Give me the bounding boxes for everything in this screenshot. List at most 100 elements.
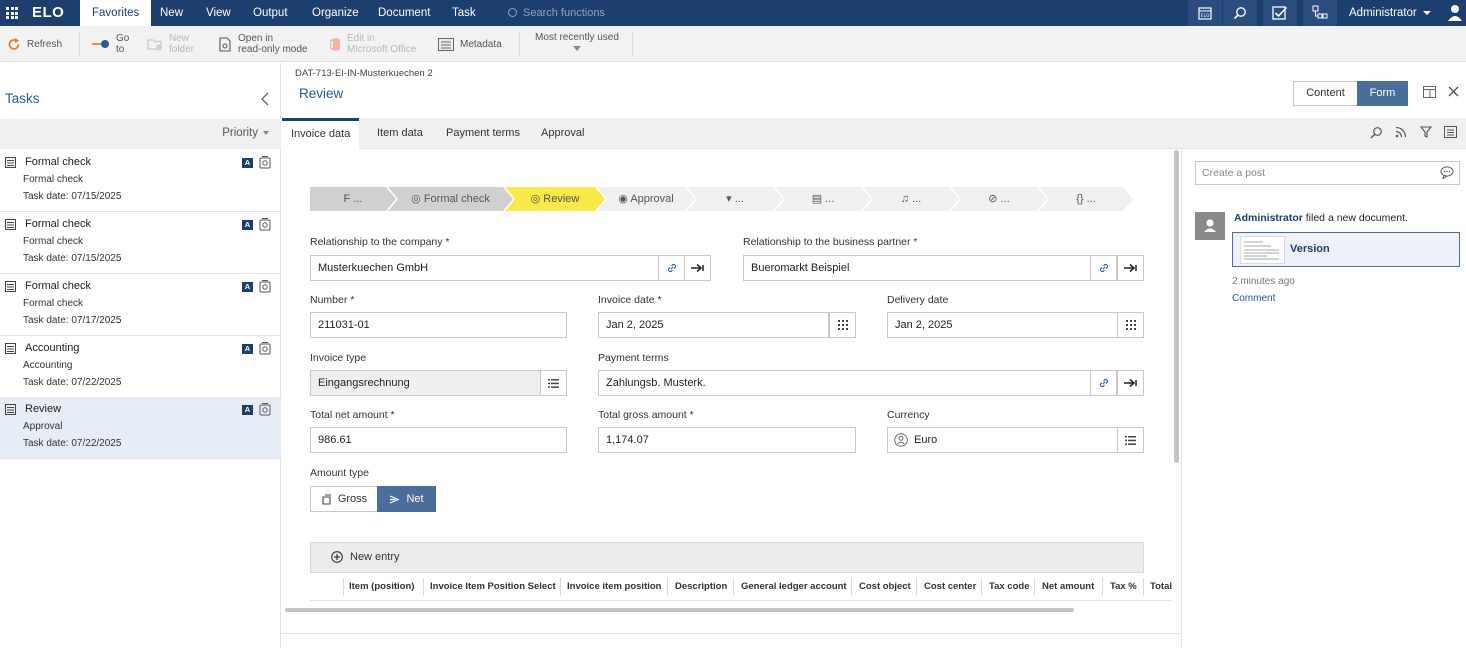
tab-item-data[interactable]: Item data — [377, 118, 423, 149]
menu-view[interactable]: View — [206, 0, 231, 26]
column-header[interactable]: Net amount — [1042, 581, 1094, 592]
column-header[interactable]: Cost center — [924, 581, 976, 592]
column-header[interactable]: Item (position) — [349, 581, 414, 592]
invoice-type-list-button[interactable] — [540, 370, 567, 396]
currency-label: Currency — [887, 409, 930, 421]
view-content-button[interactable]: Content — [1293, 81, 1358, 106]
menu-document[interactable]: Document — [378, 0, 430, 26]
payment-terms-link-button[interactable] — [1090, 370, 1117, 396]
sort-priority-dropdown[interactable]: Priority — [222, 127, 269, 139]
workflow-icon — [259, 156, 271, 169]
currency-list-button[interactable] — [1117, 427, 1144, 453]
new-entry-button[interactable]: New entry — [331, 551, 400, 563]
menu-favorites[interactable]: Favorites — [80, 0, 152, 26]
calendar-grid-icon — [837, 320, 848, 330]
feed-icon[interactable] — [1395, 126, 1407, 138]
comment-link[interactable]: Comment — [1232, 293, 1275, 304]
rel-partner-goto-button[interactable] — [1117, 255, 1144, 281]
goto-arrow-icon — [1124, 263, 1137, 273]
task-workflow-node: Formal check — [23, 236, 84, 247]
tab-invoice-data[interactable]: Invoice data — [282, 118, 360, 149]
top-nav-bar: ELO Favorites New View Output Organize D… — [0, 0, 1466, 26]
rel-company-goto-button[interactable] — [684, 255, 711, 281]
rel-partner-field[interactable]: Bueromarkt Beispiel — [743, 255, 1117, 281]
list-icon — [1125, 435, 1136, 445]
user-icon — [1448, 5, 1462, 21]
open-read-only-button[interactable]: Open in read-only mode — [219, 32, 307, 56]
invoice-date-field[interactable]: Jan 2, 2025 — [598, 312, 829, 338]
edit-in-office-button[interactable]: Edit in Microsoft Office — [328, 32, 416, 56]
search-icon[interactable] — [1370, 126, 1383, 139]
go-to-button[interactable]: Go to — [92, 32, 129, 56]
create-post-input[interactable]: Create a post — [1195, 161, 1460, 185]
currency-field[interactable]: Euro — [887, 427, 1118, 453]
filter-icon[interactable] — [1420, 126, 1432, 138]
menu-new[interactable]: New — [160, 0, 183, 26]
rel-partner-link-button[interactable] — [1090, 255, 1117, 281]
column-header[interactable]: Tax code — [989, 581, 1029, 592]
document-path: DAT-713-EI-IN-Musterkuechen 2 — [295, 68, 433, 79]
user-menu[interactable]: Administrator — [1349, 0, 1431, 26]
search-icon — [1233, 7, 1246, 20]
most-recently-used-dropdown[interactable]: Most recently used — [535, 32, 619, 56]
menu-task[interactable]: Task — [452, 0, 476, 26]
task-item[interactable]: Accounting Accounting Task date: 07/22/2… — [0, 336, 281, 398]
tab-payment-terms[interactable]: Payment terms — [446, 118, 520, 149]
new-folder-label: New folder — [169, 33, 194, 55]
menu-output[interactable]: Output — [253, 0, 288, 26]
delivery-date-field[interactable]: Jan 2, 2025 — [887, 312, 1118, 338]
column-header[interactable]: Tax % — [1110, 581, 1137, 592]
task-date: Task date: 07/22/2025 — [23, 438, 122, 449]
layout-icon[interactable] — [1423, 86, 1436, 98]
elo-calendar-button[interactable]: ELO — [1188, 0, 1222, 26]
user-name: Administrator — [1349, 7, 1417, 19]
app-launcher-button[interactable] — [0, 0, 24, 26]
number-field[interactable]: 211031-01 — [310, 312, 567, 338]
vertical-scrollbar[interactable] — [1174, 150, 1179, 463]
task-item[interactable]: Formal check Formal check Task date: 07/… — [0, 150, 281, 212]
metadata-label: Metadata — [460, 38, 502, 50]
payment-terms-field[interactable]: Zahlungsb. Musterk. — [598, 370, 1117, 396]
task-item[interactable]: Formal check Formal check Task date: 07/… — [0, 274, 281, 336]
invoice-type-field[interactable]: Eingangsrechnung — [310, 370, 541, 396]
search-functions-input[interactable]: Search functions — [508, 0, 605, 26]
rel-company-field[interactable]: Musterkuechen GmbH — [310, 255, 685, 281]
org-chart-button[interactable] — [1303, 0, 1337, 26]
column-header[interactable]: Invoice item position — [567, 581, 662, 592]
payment-terms-goto-button[interactable] — [1117, 370, 1144, 396]
column-header[interactable]: Cost object — [859, 581, 911, 592]
list-view-icon[interactable] — [1444, 126, 1457, 138]
new-folder-button[interactable]: New folder — [147, 32, 194, 56]
net-amount-field[interactable]: 986.61 — [310, 427, 567, 453]
tasks-pane: Tasks Priority Formal check Formal check… — [0, 63, 281, 648]
column-header[interactable]: Invoice Item Position Select — [430, 581, 556, 592]
feed-author[interactable]: Administrator — [1234, 212, 1303, 224]
workflow-step-label: Review — [543, 193, 580, 205]
tab-approval[interactable]: Approval — [541, 118, 584, 149]
delivery-date-picker-button[interactable] — [1117, 312, 1144, 338]
open-read-only-label: Open in read-only mode — [238, 33, 307, 55]
gross-amount-field[interactable]: 1,174.07 — [598, 427, 856, 453]
user-avatar-button[interactable] — [1444, 0, 1466, 26]
invoice-date-picker-button[interactable] — [829, 312, 856, 338]
amount-type-gross-button[interactable]: Gross — [310, 486, 378, 512]
metadata-button[interactable]: Metadata — [438, 32, 502, 56]
menu-organize[interactable]: Organize — [312, 0, 359, 26]
amount-type-net-button[interactable]: Net — [377, 486, 436, 512]
search-button[interactable] — [1223, 0, 1257, 26]
column-header[interactable]: General ledger account — [741, 581, 847, 592]
task-item-selected[interactable]: Review Approval Task date: 07/22/2025 A — [0, 397, 281, 459]
close-icon[interactable] — [1448, 86, 1459, 97]
amount-type-label: Amount type — [310, 467, 369, 479]
task-item[interactable]: Formal check Formal check Task date: 07/… — [0, 212, 281, 274]
collapse-pane-icon[interactable] — [260, 92, 270, 106]
version-card[interactable]: Version — [1232, 232, 1460, 267]
column-header[interactable]: Description — [675, 581, 727, 592]
tasks-button[interactable] — [1263, 0, 1297, 26]
horizontal-scrollbar[interactable] — [285, 608, 1074, 612]
rel-company-link-button[interactable] — [658, 255, 685, 281]
column-header[interactable]: Total — [1150, 581, 1172, 592]
workflow-step-pending: ⊘ ... — [951, 187, 1047, 211]
refresh-button[interactable]: Refresh — [8, 32, 62, 56]
view-form-button[interactable]: Form — [1357, 81, 1408, 106]
